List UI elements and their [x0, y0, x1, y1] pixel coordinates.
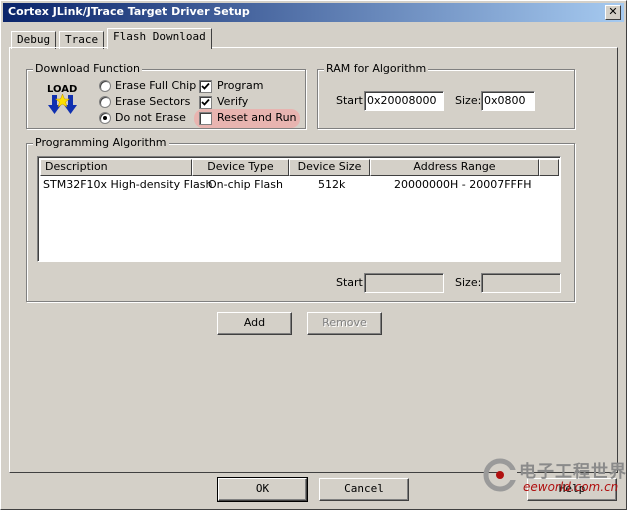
ram-group-title: RAM for Algorithm: [324, 62, 429, 76]
remove-button[interactable]: Remove: [307, 312, 382, 335]
ram-start-input[interactable]: 0x20008000: [364, 91, 444, 111]
column-header-device-size-label: Device Size: [297, 160, 362, 173]
load-icon: LOAD: [45, 81, 83, 117]
eeworld-watermark: 电子工程世界 eeworld.com.cn: [479, 454, 627, 504]
setup-dialog: Cortex JLink/JTrace Target Driver Setup …: [0, 0, 627, 510]
window-title: Cortex JLink/JTrace Target Driver Setup: [8, 5, 250, 18]
radio-erase-full-chip-label: Erase Full Chip: [115, 79, 197, 92]
radio-do-not-erase[interactable]: [99, 112, 111, 124]
algorithm-size-label: Size:: [455, 276, 482, 289]
tab-trace-label: Trace: [65, 33, 99, 46]
column-header-description-label: Description: [45, 160, 108, 173]
add-button[interactable]: Add: [217, 312, 292, 335]
ram-size-label: Size:: [455, 94, 482, 107]
radio-do-not-erase-label: Do not Erase: [115, 111, 186, 124]
row-description: STM32F10x High-density Flash: [43, 178, 213, 191]
close-icon: ✕: [608, 5, 618, 18]
algorithm-list[interactable]: Description Device Type Device Size Addr…: [37, 156, 561, 262]
radio-erase-sectors[interactable]: [99, 96, 111, 108]
tab-debug-label: Debug: [17, 33, 51, 46]
radio-erase-full-chip[interactable]: [99, 80, 111, 92]
download-function-title: Download Function: [33, 62, 142, 76]
checkbox-reset-and-run[interactable]: [199, 112, 212, 125]
checkbox-program[interactable]: [199, 80, 212, 93]
ram-size-input[interactable]: 0x0800: [481, 91, 535, 111]
checkbox-program-label: Program: [217, 79, 264, 92]
eeworld-logo-icon: [483, 458, 517, 492]
column-header-address-range-label: Address Range: [413, 160, 496, 173]
radio-selected-dot: [103, 116, 107, 120]
load-icon-text: LOAD: [47, 84, 77, 95]
row-device-type: On-chip Flash: [208, 178, 283, 191]
checkbox-reset-and-run-label: Reset and Run: [217, 111, 297, 124]
algorithm-start-input[interactable]: [364, 273, 444, 293]
check-icon: [201, 82, 210, 90]
algorithm-size-input[interactable]: [481, 273, 561, 293]
check-icon: [201, 98, 210, 106]
row-address-range: 20000000H - 20007FFFH: [394, 178, 532, 191]
close-button[interactable]: ✕: [605, 5, 621, 20]
watermark-en-text: eeworld.com.cn: [523, 480, 619, 494]
checkbox-verify[interactable]: [199, 96, 212, 109]
cancel-button[interactable]: Cancel: [319, 478, 409, 501]
row-device-size: 512k: [318, 178, 346, 191]
column-header-filler: [539, 159, 559, 176]
programming-algorithm-title: Programming Algorithm: [33, 136, 169, 150]
tab-flash-download-label: Flash Download: [113, 30, 206, 43]
ram-start-label: Start:: [336, 94, 367, 107]
tab-flash-download[interactable]: Flash Download: [107, 28, 212, 49]
column-header-device-size[interactable]: Device Size: [289, 159, 370, 176]
watermark-cn-text: 电子工程世界: [519, 462, 627, 482]
ok-button[interactable]: OK: [217, 477, 308, 502]
column-header-address-range[interactable]: Address Range: [370, 159, 539, 176]
column-header-device-type-label: Device Type: [207, 160, 274, 173]
checkbox-verify-label: Verify: [217, 95, 249, 108]
title-bar[interactable]: Cortex JLink/JTrace Target Driver Setup …: [3, 3, 624, 22]
column-header-description[interactable]: Description: [40, 159, 192, 176]
algorithm-start-label: Start:: [336, 276, 367, 289]
column-header-device-type[interactable]: Device Type: [192, 159, 289, 176]
radio-erase-sectors-label: Erase Sectors: [115, 95, 191, 108]
